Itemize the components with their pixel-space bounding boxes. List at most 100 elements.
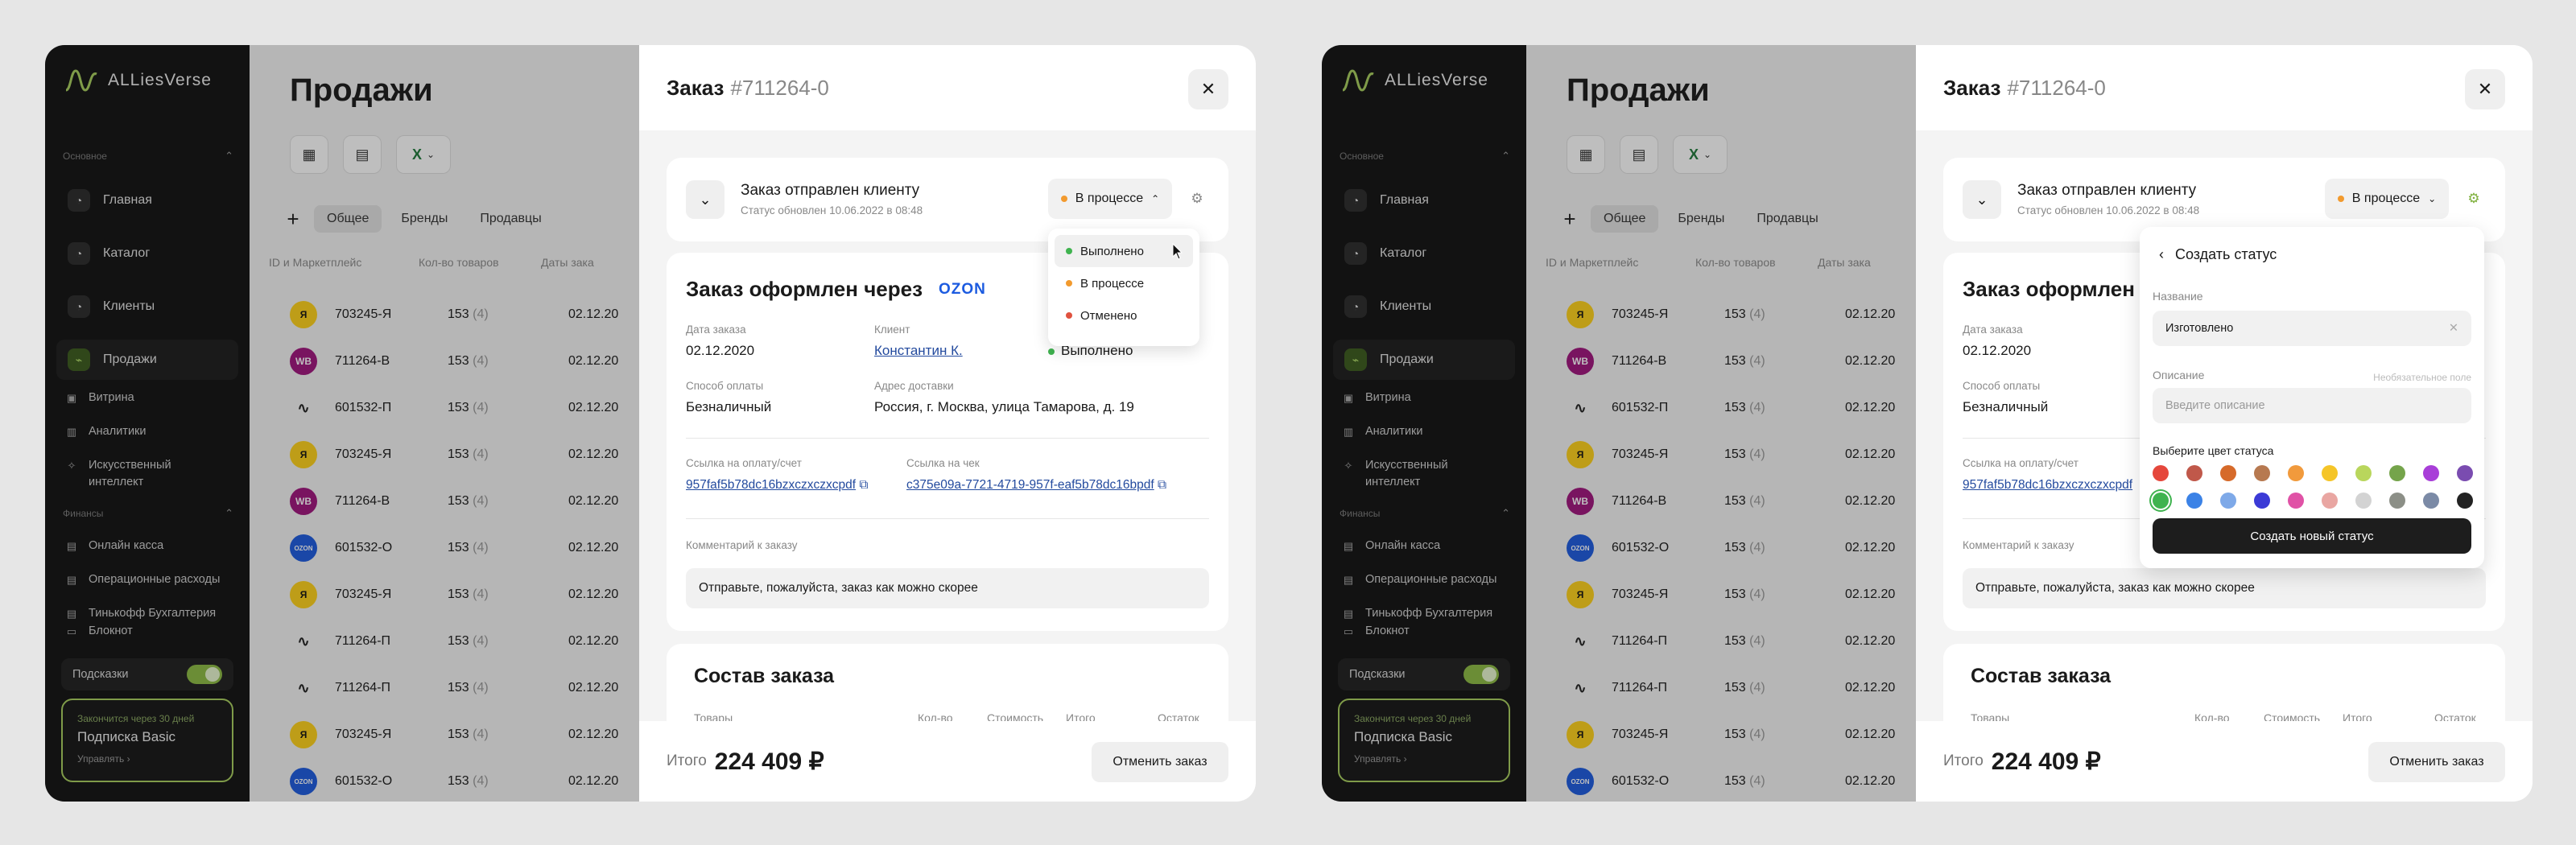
color-swatch[interactable] (2220, 465, 2236, 481)
color-swatch[interactable] (2355, 493, 2372, 509)
close-button[interactable]: ✕ (1188, 69, 1228, 109)
invoice-link-row[interactable]: 957faf5b78dc16bzxczxczxcpdf (1963, 478, 2140, 493)
comment-field[interactable]: Отправьте, пожалуйста, заказ как можно с… (686, 568, 1209, 608)
order-id: #711264-0 (730, 75, 829, 100)
color-swatch[interactable] (2322, 465, 2338, 481)
date-value: 02.12.2020 (1963, 343, 2032, 358)
invoice-link[interactable]: 957faf5b78dc16bzxczxczxcpdf (1963, 478, 2132, 492)
status-updated: Статус обновлен 10.06.2022 в 08:48 (2017, 204, 2200, 216)
chevron-up-icon: ⌃ (1151, 193, 1160, 204)
desc-label: Описание (2153, 369, 2205, 381)
invoice-link[interactable]: 957faf5b78dc16bzxczxczxcpdf (686, 478, 856, 492)
order-id: #711264-0 (2007, 75, 2106, 100)
expand-button[interactable]: ⌄ (1963, 180, 2001, 219)
color-swatch[interactable] (2389, 465, 2405, 481)
screen-dropdown-variant: ALLiesVerse Основное ⌃ ◔ Главная ◔ Каталог … (45, 45, 1256, 802)
screen-create-status-variant: ALLiesVerse Основное ⌃ ◔ Главная ◔ Каталог … (1322, 45, 2533, 802)
color-swatch[interactable] (2457, 465, 2473, 481)
back-arrow-icon[interactable]: ‹ (2159, 246, 2164, 263)
menu-item-cancelled-label: Отменено (1080, 308, 1137, 323)
color-swatch[interactable] (2457, 493, 2473, 509)
addr-label: Адрес доставки (874, 380, 954, 392)
external-link-icon[interactable]: ⧉ (859, 478, 868, 492)
menu-item-in-progress[interactable]: В процессе (1055, 267, 1193, 299)
expand-button[interactable]: ⌄ (686, 180, 724, 219)
status-title: Заказ отправлен клиенту (2017, 182, 2197, 199)
status-dot (2337, 196, 2344, 202)
total-value: 224 409 ₽ (1991, 748, 2101, 775)
invoice-link-row[interactable]: 957faf5b78dc16bzxczxczxcpdf ⧉ (686, 478, 869, 493)
color-swatch[interactable] (2254, 465, 2270, 481)
create-status-button[interactable]: Создать новый статус (2153, 518, 2471, 554)
status-updated: Статус обновлен 10.06.2022 в 08:48 (741, 204, 923, 216)
check-link[interactable]: c375e09a-7721-4719-957f-eaf5b78dc16bpdf (906, 478, 1154, 492)
color-swatch[interactable] (2322, 493, 2338, 509)
comment-label: Комментарий к заказу (686, 539, 798, 551)
name-input-value: Изготовлено (2165, 322, 2234, 335)
date-label: Дата заказа (1963, 324, 2023, 336)
menu-item-cancelled[interactable]: Отменено (1055, 299, 1193, 332)
desc-input[interactable]: Введите описание (2153, 388, 2471, 423)
color-swatch[interactable] (2186, 493, 2202, 509)
pay-label: Способ оплаты (1963, 380, 2041, 392)
color-swatch[interactable] (2389, 493, 2405, 509)
color-swatch[interactable] (2220, 493, 2236, 509)
status-value: В процессе (1075, 192, 1144, 205)
color-swatch[interactable] (2153, 465, 2169, 481)
color-swatch[interactable] (2423, 465, 2439, 481)
color-swatch[interactable] (2288, 493, 2304, 509)
clear-icon[interactable]: ✕ (2449, 322, 2458, 335)
modal-header: Заказ #711264-0 ✕ (1916, 45, 2533, 130)
invoice-label: Ссылка на оплату/счет (1963, 457, 2079, 469)
order-via-title: Заказ оформлен через OZON (686, 277, 986, 302)
cancel-order-button[interactable]: Отменить заказ (1092, 742, 1228, 782)
invoice-label: Ссылка на оплату/счет (686, 457, 802, 469)
color-swatch[interactable] (2288, 465, 2304, 481)
check-link-row[interactable]: c375e09a-7721-4719-957f-eaf5b78dc16bpdf … (906, 478, 1166, 493)
color-swatch[interactable] (2254, 493, 2270, 509)
status-settings-icon[interactable]: ⚙ (2462, 187, 2486, 211)
color-swatches (2153, 465, 2475, 513)
create-status-popover: ‹ Создать статус Название Изготовлено ✕ Оп… (2140, 227, 2484, 568)
status-dot (1066, 248, 1072, 254)
color-label: Выберите цвет статуса (2153, 444, 2274, 457)
comment-label: Комментарий к заказу (1963, 539, 2074, 551)
modal-footer: Итого 224 409 ₽ Отменить заказ (639, 721, 1256, 802)
color-swatch[interactable] (2153, 493, 2169, 509)
mouse-cursor-icon (1172, 243, 1183, 260)
check-label: Ссылка на чек (906, 457, 980, 469)
color-swatch[interactable] (2186, 465, 2202, 481)
close-icon: ✕ (1200, 79, 1216, 99)
pay-label: Способ оплаты (686, 380, 764, 392)
popover-header: ‹ Создать статус (2159, 246, 2277, 263)
date-value: 02.12.2020 (686, 343, 755, 358)
cancel-order-button[interactable]: Отменить заказ (2368, 742, 2505, 782)
external-link-icon[interactable]: ⧉ (1158, 478, 1166, 492)
close-button[interactable]: ✕ (2465, 69, 2505, 109)
order-modal: Заказ #711264-0 ✕ ⌄ Заказ отправлен клиен… (639, 45, 1256, 802)
status-dot (1066, 280, 1072, 286)
popover-title: Создать статус (2175, 246, 2277, 262)
status-select[interactable]: В процессе ⌃ (1048, 179, 1172, 219)
comment-field[interactable]: Отправьте, пожалуйста, заказ как можно с… (1963, 568, 2486, 608)
composition-title: Состав заказа (1971, 665, 2112, 687)
modal-header: Заказ #711264-0 ✕ (639, 45, 1256, 130)
status-settings-icon[interactable]: ⚙ (1185, 187, 1209, 211)
divider (686, 438, 1209, 439)
chevron-down-icon: ⌄ (2428, 193, 2437, 204)
pay-value: Безналичный (686, 399, 772, 414)
name-input[interactable]: Изготовлено ✕ (2153, 311, 2471, 346)
done-dot (1048, 348, 1055, 355)
date-label: Дата заказа (686, 324, 746, 336)
color-swatch[interactable] (2423, 493, 2439, 509)
status-title: Заказ отправлен клиенту (741, 182, 920, 199)
client-link[interactable]: Константин К. (874, 343, 963, 359)
status-select[interactable]: В процессе ⌄ (2325, 179, 2449, 219)
total-value: 224 409 ₽ (714, 748, 824, 775)
color-swatch[interactable] (2355, 465, 2372, 481)
status-dot (1066, 312, 1072, 319)
name-label: Название (2153, 290, 2203, 303)
modal-title-text: Заказ (1943, 75, 2001, 100)
addr-value: Россия, г. Москва, улица Тамарова, д. 19 (874, 399, 1134, 414)
order-via-text: Заказ оформлен через (686, 277, 923, 301)
